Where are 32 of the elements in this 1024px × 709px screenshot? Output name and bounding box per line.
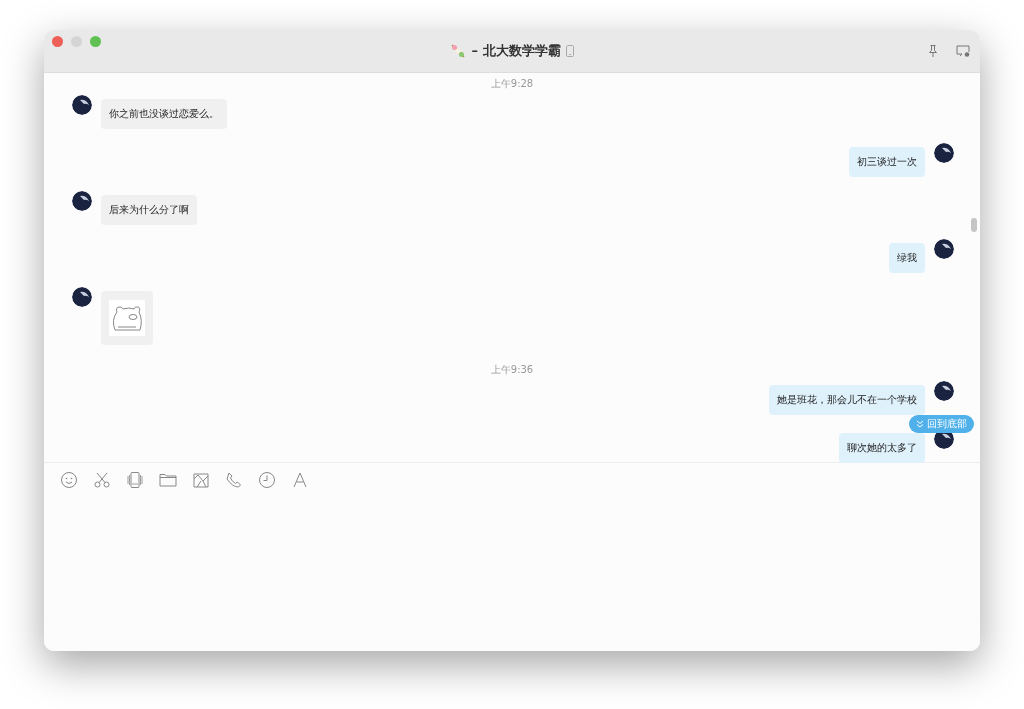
avatar[interactable] <box>934 239 954 259</box>
window-title: – 北大数学学霸 <box>471 42 561 60</box>
timestamp: 上午9:28 <box>490 77 534 91</box>
clock-icon[interactable] <box>257 470 277 490</box>
avatar[interactable] <box>72 95 92 115</box>
image-icon[interactable] <box>191 470 211 490</box>
close-button[interactable] <box>52 36 63 47</box>
message-bubble: 你之前也没谈过恋爱么。 <box>101 99 227 129</box>
chat-settings-icon[interactable] <box>956 44 970 58</box>
bear-sticker-drawing <box>109 300 145 336</box>
dango-icon <box>450 43 467 59</box>
phone-icon <box>565 45 574 57</box>
pin-icon[interactable] <box>926 44 940 58</box>
double-chevron-icon <box>916 420 924 428</box>
zoom-button[interactable] <box>90 36 101 47</box>
avatar[interactable] <box>934 381 954 401</box>
scissors-icon[interactable] <box>92 470 112 490</box>
vibrating-phone-icon[interactable] <box>125 470 145 490</box>
message-input-field[interactable] <box>44 497 980 651</box>
emoji-icon[interactable] <box>59 470 79 490</box>
timestamp: 上午9:36 <box>490 363 534 377</box>
avatar[interactable] <box>934 143 954 163</box>
message-bubble: 她是班花，那会儿不在一个学校 <box>769 385 925 415</box>
avatar[interactable] <box>72 191 92 211</box>
message-bubble: 后来为什么分了啊 <box>101 195 197 225</box>
scroll-to-bottom-toast[interactable]: 回到底部 <box>909 415 974 433</box>
message-bubble: 初三谈过一次 <box>849 147 925 177</box>
phone-call-icon[interactable] <box>224 470 244 490</box>
scrollbar-thumb[interactable] <box>971 218 977 232</box>
message-bubble: 绿我 <box>889 243 925 273</box>
message-bubble: 聊次她的太多了 <box>839 433 925 463</box>
avatar[interactable] <box>72 287 92 307</box>
